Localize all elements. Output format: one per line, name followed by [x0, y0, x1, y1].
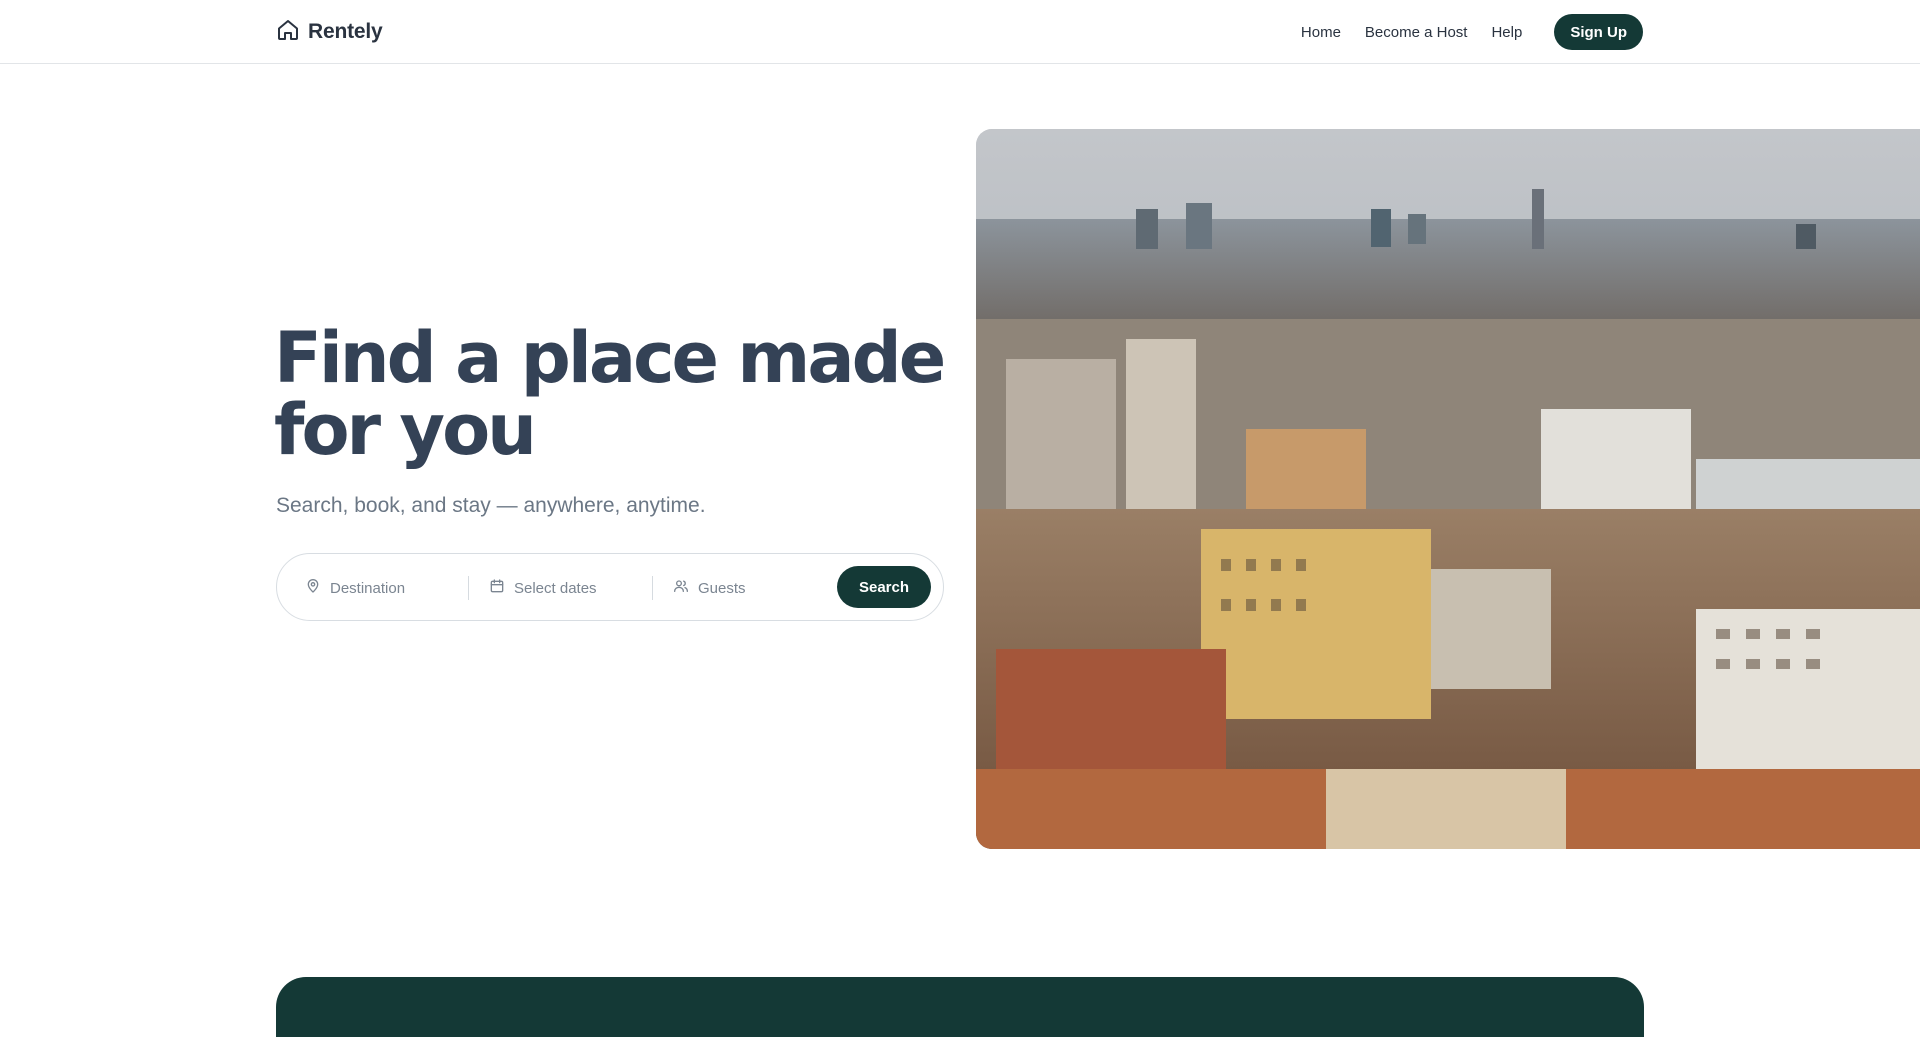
brand-name: Rentely: [308, 20, 383, 43]
nav-become-host-link[interactable]: Become a Host: [1365, 24, 1468, 41]
search-bar: Destination Select dates Guests Search: [276, 553, 944, 621]
guests-field[interactable]: Guests: [673, 574, 746, 602]
nav-help-link[interactable]: Help: [1491, 24, 1522, 41]
hero-title-line-2: for you: [274, 389, 537, 471]
dates-placeholder: Select dates: [514, 579, 597, 597]
nav-home-link[interactable]: Home: [1301, 24, 1341, 41]
search-divider: [652, 576, 653, 600]
home-icon: [276, 18, 300, 47]
search-button[interactable]: Search: [837, 566, 931, 608]
calendar-icon: [489, 578, 505, 598]
destination-placeholder: Destination: [330, 579, 406, 597]
destination-field[interactable]: Destination: [305, 574, 405, 602]
hero-title: Find a place made for you: [274, 322, 954, 466]
next-section-band: [276, 977, 1644, 1037]
guests-placeholder: Guests: [698, 579, 746, 597]
map-pin-icon: [305, 578, 321, 598]
users-icon: [673, 578, 689, 598]
hero-title-line-1: Find a place made: [274, 317, 946, 399]
hero-city-image: [976, 129, 1920, 849]
site-header: Rentely Home Become a Host Help Sign Up: [0, 0, 1920, 64]
main-nav: Home Become a Host Help Sign Up: [1301, 14, 1643, 50]
hero-subtitle: Search, book, and stay — anywhere, anyti…: [276, 494, 706, 517]
brand-logo[interactable]: Rentely: [276, 18, 383, 47]
sign-up-button[interactable]: Sign Up: [1554, 14, 1643, 50]
search-divider: [468, 576, 469, 600]
dates-field[interactable]: Select dates: [489, 574, 597, 602]
